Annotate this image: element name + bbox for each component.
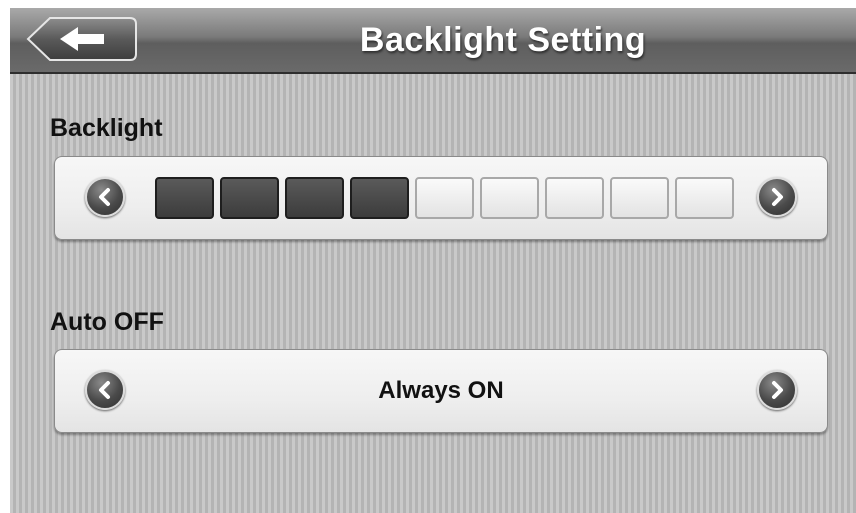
chevron-left-icon <box>99 188 110 206</box>
backlight-level-segment[interactable] <box>220 177 279 219</box>
backlight-label: Backlight <box>50 114 163 142</box>
backlight-level-segment[interactable] <box>545 177 604 219</box>
back-arrow-icon <box>26 17 137 61</box>
backlight-level-segment[interactable] <box>350 177 409 219</box>
auto-off-value: Always ON <box>378 377 504 404</box>
auto-off-panel: Always ON <box>54 349 828 433</box>
backlight-level-segment[interactable] <box>610 177 669 219</box>
backlight-level-segment[interactable] <box>155 177 214 219</box>
backlight-level-segment[interactable] <box>675 177 734 219</box>
backlight-level-segment[interactable] <box>480 177 539 219</box>
backlight-panel <box>54 156 828 240</box>
backlight-level-bar[interactable] <box>155 177 734 219</box>
chevron-left-icon <box>99 381 110 399</box>
chevron-right-icon <box>772 381 783 399</box>
auto-off-next-button[interactable] <box>757 370 797 410</box>
chevron-right-icon <box>772 188 783 206</box>
back-button[interactable] <box>26 16 138 62</box>
auto-off-prev-button[interactable] <box>85 370 125 410</box>
screen: Backlight Setting Backlight Auto OFF Alw… <box>10 8 856 513</box>
page-title: Backlight Setting <box>359 21 647 59</box>
auto-off-label: Auto OFF <box>50 308 164 336</box>
backlight-increase-button[interactable] <box>757 177 797 217</box>
backlight-level-segment[interactable] <box>415 177 474 219</box>
title-bar: Backlight Setting <box>10 8 856 74</box>
backlight-level-segment[interactable] <box>285 177 344 219</box>
backlight-decrease-button[interactable] <box>85 177 125 217</box>
